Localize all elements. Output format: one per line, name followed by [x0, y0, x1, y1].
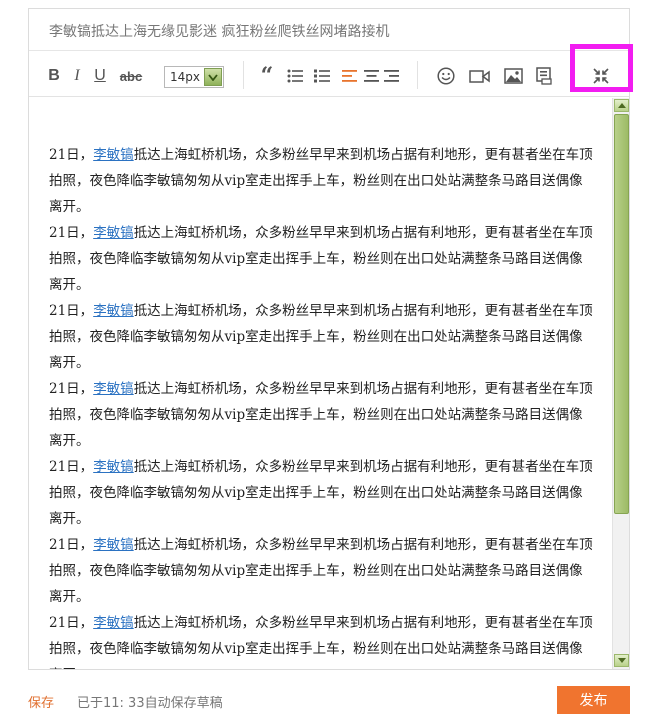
align-center-icon[interactable] — [362, 65, 380, 87]
autosave-status: 已于11: 33自动保存草稿 — [77, 696, 223, 711]
template-icon[interactable] — [534, 65, 554, 87]
paragraph: 21日，李敏镐抵达上海虹桥机场，众多粉丝早早来到机场占据有利地形，更有甚者坐在车… — [49, 381, 593, 449]
scroll-down-button[interactable] — [614, 654, 629, 667]
italic-icon[interactable]: I — [69, 65, 85, 87]
video-icon[interactable] — [468, 65, 490, 87]
editor-toolbar: B I U abc 14px “ — [29, 53, 629, 97]
person-link[interactable]: 李敏镐 — [93, 147, 134, 163]
quote-icon[interactable]: “ — [258, 63, 276, 89]
image-icon[interactable] — [502, 65, 524, 87]
font-size-select[interactable]: 14px — [164, 66, 224, 88]
scroll-up-button[interactable] — [614, 99, 629, 112]
person-link[interactable]: 李敏镐 — [93, 381, 134, 397]
paragraph: 21日，李敏镐抵达上海虹桥机场，众多粉丝早早来到机场占据有利地形，更有甚者坐在车… — [49, 615, 593, 669]
person-link[interactable]: 李敏镐 — [93, 303, 134, 319]
strikethrough-icon[interactable]: abc — [117, 65, 145, 87]
paragraph: 21日，李敏镐抵达上海虹桥机场，众多粉丝早早来到机场占据有利地形，更有甚者坐在车… — [49, 303, 593, 371]
emoji-icon[interactable] — [435, 65, 457, 87]
person-link[interactable]: 李敏镐 — [93, 459, 134, 475]
underline-icon[interactable]: U — [91, 65, 109, 87]
bullet-list-icon[interactable] — [285, 65, 305, 87]
vertical-scrollbar[interactable] — [612, 98, 629, 669]
numbered-list-icon[interactable] — [312, 65, 332, 87]
align-right-icon[interactable] — [382, 65, 400, 87]
person-link[interactable]: 李敏镐 — [93, 225, 134, 241]
bold-icon[interactable]: B — [45, 65, 63, 87]
annotation-highlight — [570, 44, 633, 92]
person-link[interactable]: 李敏镐 — [93, 615, 134, 631]
paragraph: 21日，李敏镐抵达上海虹桥机场，众多粉丝早早来到机场占据有利地形，更有甚者坐在车… — [49, 147, 593, 215]
paragraph: 21日，李敏镐抵达上海虹桥机场，众多粉丝早早来到机场占据有利地形，更有甚者坐在车… — [49, 537, 593, 605]
scrollbar-thumb[interactable] — [614, 114, 629, 514]
post-title[interactable]: 李敏镐抵达上海无缘见影迷 疯狂粉丝爬铁丝网堵路接机 — [49, 21, 389, 41]
toolbar-divider — [417, 61, 418, 89]
person-link[interactable]: 李敏镐 — [93, 537, 134, 553]
editor-content-area[interactable]: 21日，李敏镐抵达上海虹桥机场，众多粉丝早早来到机场占据有利地形，更有甚者坐在车… — [29, 98, 612, 669]
title-bar[interactable]: 李敏镐抵达上海无缘见影迷 疯狂粉丝爬铁丝网堵路接机 — [29, 9, 629, 51]
paragraph: 21日，李敏镐抵达上海虹桥机场，众多粉丝早早来到机场占据有利地形，更有甚者坐在车… — [49, 459, 593, 527]
chevron-down-icon[interactable] — [204, 68, 222, 86]
save-button[interactable]: 保存 — [28, 692, 54, 711]
editor-panel: 李敏镐抵达上海无缘见影迷 疯狂粉丝爬铁丝网堵路接机 B I U abc 14px… — [28, 8, 630, 670]
align-left-icon[interactable] — [340, 65, 358, 87]
publish-button[interactable]: 发布 — [557, 686, 630, 714]
paragraph: 21日，李敏镐抵达上海虹桥机场，众多粉丝早早来到机场占据有利地形，更有甚者坐在车… — [49, 225, 593, 293]
toolbar-divider — [243, 61, 244, 89]
font-size-value: 14px — [170, 70, 200, 84]
editor-footer: 保存 已于11: 33自动保存草稿 发布 — [0, 672, 670, 714]
